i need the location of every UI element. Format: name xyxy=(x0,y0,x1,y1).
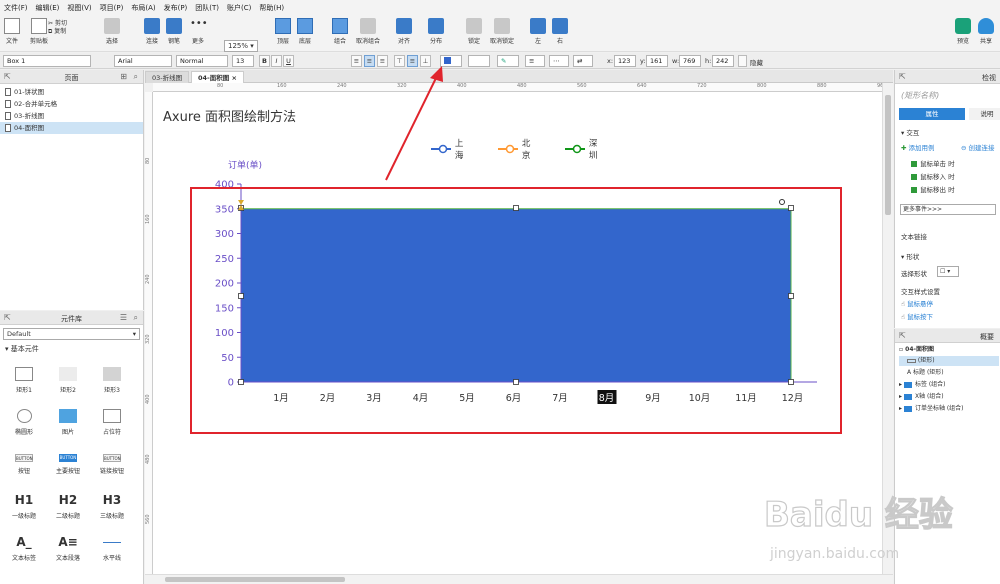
outline-title: 概要 xyxy=(980,333,994,341)
tab-notes[interactable]: 说明 xyxy=(969,108,1000,120)
x-tick-label: 4月 xyxy=(413,393,429,404)
y-tick-label: 400 xyxy=(215,180,234,191)
create-link-link[interactable]: ⊖ 创建连接 xyxy=(961,142,995,152)
outline-item[interactable]: ▸ 订单坐标轴 (组合) xyxy=(899,404,999,414)
link-icon: ⊖ xyxy=(961,144,967,152)
resize-handle[interactable] xyxy=(788,379,794,385)
resize-handle[interactable] xyxy=(513,205,519,211)
x-tick-label: 2月 xyxy=(320,393,336,404)
y-tick-label: 300 xyxy=(215,229,234,240)
outline-item[interactable]: A 标题 (矩形) xyxy=(899,368,999,378)
y-tick-label: 200 xyxy=(215,279,234,290)
plus-icon: ✚ xyxy=(901,144,907,152)
outline-item[interactable]: ▸ 标签 (组合) xyxy=(899,380,999,390)
outline-panel: ⇱ 概要 ▫ 04-面积图 (矩形) A 标题 (矩形) ▸ 标签 (组合) ▸ X轴… xyxy=(894,329,1000,584)
y-tick-label: 350 xyxy=(215,204,234,215)
x-tick-label: 11月 xyxy=(735,393,757,404)
event-click[interactable]: 鼠标单击 时 xyxy=(911,158,955,168)
expand-icon[interactable]: ▸ xyxy=(899,393,902,400)
shape-picker[interactable]: ☐ ▾ xyxy=(937,266,959,277)
select-shape-label: 选择形状 xyxy=(901,270,927,278)
inspector-panel: ⇱ 检视 (矩形名称) 属性 说明 ▾ 交互 ✚ 添加用例 ⊖ 创建连接 鼠标单… xyxy=(894,70,1000,328)
expand-icon[interactable]: ▸ xyxy=(899,405,902,412)
rect-icon xyxy=(907,358,916,363)
x-tick-label: 12月 xyxy=(782,393,804,404)
outline-item[interactable]: (矩形) xyxy=(899,356,999,366)
text-icon: A xyxy=(907,369,912,376)
resize-handle[interactable] xyxy=(513,379,519,385)
event-icon xyxy=(911,161,917,167)
resize-handle[interactable] xyxy=(238,379,244,385)
rotate-handle[interactable] xyxy=(779,199,785,205)
x-tick-label: 9月 xyxy=(645,393,661,404)
add-case-link[interactable]: ✚ 添加用例 xyxy=(901,142,935,152)
folder-icon xyxy=(903,393,912,400)
x-tick-label: 3月 xyxy=(366,393,382,404)
cursor-icon: ☝ xyxy=(901,300,905,308)
y-tick-label: 50 xyxy=(221,353,234,364)
outline-page-node[interactable]: ▫ 04-面积图 xyxy=(899,345,999,355)
tab-properties[interactable]: 属性 xyxy=(899,108,965,120)
resize-handle[interactable] xyxy=(238,293,244,299)
annotation-arrow xyxy=(385,66,443,181)
outline-item[interactable]: ▸ X轴 (组合) xyxy=(899,392,999,402)
cursor-icon: ☝ xyxy=(901,313,905,321)
event-mouse-enter[interactable]: 鼠标移入 时 xyxy=(911,171,955,181)
interaction-section[interactable]: ▾ 交互 xyxy=(901,127,919,137)
x-tick-label: 7月 xyxy=(552,393,568,404)
folder-icon xyxy=(903,405,912,412)
inspector-title: 检视 xyxy=(982,74,996,82)
event-mouse-leave[interactable]: 鼠标移出 时 xyxy=(911,184,955,194)
y-tick-label: 250 xyxy=(215,254,234,265)
shape-section[interactable]: ▾ 形状 xyxy=(901,251,919,261)
area-series[interactable] xyxy=(240,208,792,383)
resize-handle[interactable] xyxy=(788,293,794,299)
y-tick-label: 100 xyxy=(215,328,234,339)
folder-icon xyxy=(903,381,912,388)
inspector-tabs: 属性 说明 xyxy=(899,108,1000,120)
y-tick-label: 150 xyxy=(215,303,234,314)
area-chart[interactable]: 0 50 100 150 200 250 300 350 400 1月 2月 3月 4月 5月 6月 7月 8月… xyxy=(0,0,1000,584)
x-tick-label: 10月 xyxy=(689,393,711,404)
expand-icon[interactable]: ▸ xyxy=(899,381,902,388)
event-icon xyxy=(911,187,917,193)
widget-name-input[interactable]: (矩形名称) xyxy=(901,90,939,101)
event-icon xyxy=(911,174,917,180)
axure-window: 文件(F) 编辑(E) 视图(V) 项目(P) 布局(A) 发布(P) 团队(T… xyxy=(0,0,1000,584)
x-tick-label: 1月 xyxy=(273,393,289,404)
x-tick-label: 8月 xyxy=(599,393,615,404)
x-tick-label: 5月 xyxy=(459,393,475,404)
resize-handle[interactable] xyxy=(788,205,794,211)
inspector-header: ⇱ 检视 xyxy=(895,70,1000,84)
y-tick-label: 0 xyxy=(228,378,234,389)
x-tick-label: 6月 xyxy=(506,393,522,404)
text-link-section[interactable]: 文本链接 xyxy=(901,231,927,241)
outline-header: ⇱ 概要 xyxy=(895,329,1000,343)
mouse-down-style-link[interactable]: ☝ 鼠标按下 xyxy=(901,311,933,321)
more-events-select[interactable]: 更多事件>>> xyxy=(900,204,996,215)
hover-style-link[interactable]: ☝ 鼠标悬停 xyxy=(901,298,933,308)
interaction-style-label: 交互样式设置 xyxy=(901,288,940,296)
